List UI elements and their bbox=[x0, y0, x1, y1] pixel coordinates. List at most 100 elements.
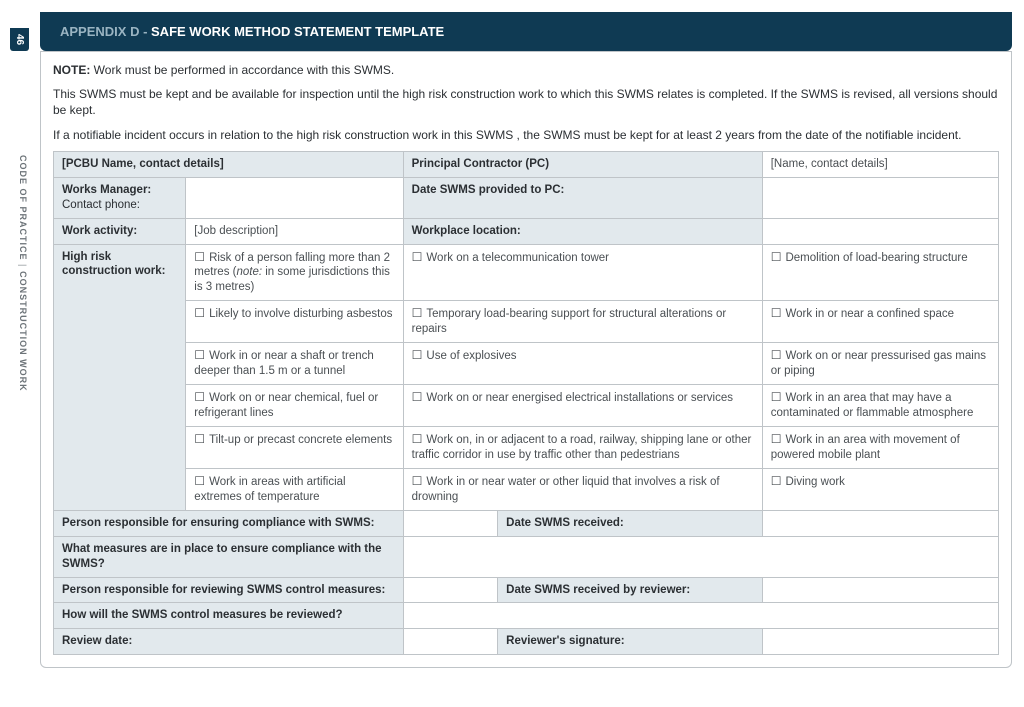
note-line-2: This SWMS must be kept and be available … bbox=[53, 86, 999, 118]
hr-2-c2-text: Use of explosives bbox=[426, 350, 516, 362]
row-person-compliance: Person responsible for ensuring complian… bbox=[54, 510, 999, 536]
hr-4-c1: Tilt-up or precast concrete elements bbox=[186, 426, 403, 468]
hr-0-c1-ital: note: bbox=[236, 266, 262, 278]
reviewer-signature-label: Reviewer's signature: bbox=[498, 629, 763, 655]
swms-form-table: [PCBU Name, contact details] Principal C… bbox=[53, 151, 999, 656]
checkbox-icon bbox=[412, 476, 427, 488]
checkbox-icon bbox=[194, 434, 209, 446]
hr-row-3: Work on or near chemical, fuel or refrig… bbox=[54, 385, 999, 427]
hr-1-c2: Temporary load-bearing support for struc… bbox=[403, 301, 762, 343]
person-compliance-value bbox=[403, 510, 498, 536]
hr-row-2: Work in or near a shaft or trench deeper… bbox=[54, 343, 999, 385]
hr-5-c2-text: Work in or near water or other liquid th… bbox=[412, 476, 720, 503]
note-line-3: If a notifiable incident occurs in relat… bbox=[53, 127, 999, 143]
review-date-value bbox=[403, 629, 498, 655]
checkbox-icon bbox=[194, 392, 209, 404]
note-line-1: NOTE: Work must be performed in accordan… bbox=[53, 62, 999, 78]
wm-label-text: Works Manager: bbox=[62, 184, 151, 196]
hr-1-c1: Likely to involve disturbing asbestos bbox=[186, 301, 403, 343]
note-bold: NOTE: bbox=[53, 63, 90, 77]
header-prefix: APPENDIX D - bbox=[60, 24, 151, 39]
hr-3-c3: Work in an area that may have a contamin… bbox=[762, 385, 998, 427]
header-title: SAFE WORK METHOD STATEMENT TEMPLATE bbox=[151, 24, 444, 39]
pc-value-cell: [Name, contact details] bbox=[762, 151, 998, 177]
vertical-page-label: CODE OF PRACTICE | CONSTRUCTION WORK bbox=[18, 155, 28, 392]
header-bar: APPENDIX D - SAFE WORK METHOD STATEMENT … bbox=[40, 12, 1012, 51]
reviewer-label: Person responsible for reviewing SWMS co… bbox=[54, 577, 404, 603]
checkbox-icon bbox=[194, 308, 209, 320]
note-block: NOTE: Work must be performed in accordan… bbox=[53, 62, 999, 143]
hr-1-c3-text: Work in or near a confined space bbox=[785, 308, 954, 320]
hr-5-c3-text: Diving work bbox=[785, 476, 844, 488]
hr-3-c1: Work on or near chemical, fuel or refrig… bbox=[186, 385, 403, 427]
works-manager-label: Works Manager: Contact phone: bbox=[54, 177, 186, 218]
hr-4-c1-text: Tilt-up or precast concrete elements bbox=[209, 434, 392, 446]
reviewer-signature-value bbox=[762, 629, 998, 655]
row-work-activity: Work activity: [Job description] Workpla… bbox=[54, 218, 999, 244]
hr-5-c1-text: Work in areas with artificial extremes o… bbox=[194, 476, 345, 503]
checkbox-icon bbox=[771, 308, 786, 320]
hr-0-c3: Demolition of load-bearing structure bbox=[762, 244, 998, 301]
checkbox-icon bbox=[194, 252, 209, 264]
how-review-label: How will the SWMS control measures be re… bbox=[54, 603, 404, 629]
hr-5-c2: Work in or near water or other liquid th… bbox=[403, 468, 762, 510]
row-how-review: How will the SWMS control measures be re… bbox=[54, 603, 999, 629]
hr-0-c1: Risk of a person falling more than 2 met… bbox=[186, 244, 403, 301]
checkbox-icon bbox=[412, 434, 427, 446]
hr-2-c2: Use of explosives bbox=[403, 343, 762, 385]
date-reviewer-label: Date SWMS received by reviewer: bbox=[498, 577, 763, 603]
hr-2-c3: Work on or near pressurised gas mains or… bbox=[762, 343, 998, 385]
checkbox-icon bbox=[194, 350, 209, 362]
works-manager-value bbox=[186, 177, 403, 218]
checkbox-icon bbox=[771, 350, 786, 362]
hr-3-c3-text: Work in an area that may have a contamin… bbox=[771, 392, 974, 419]
reviewer-value bbox=[403, 577, 498, 603]
page-number-tab: 46 bbox=[10, 28, 29, 51]
hr-4-c2-text: Work on, in or adjacent to a road, railw… bbox=[412, 434, 752, 461]
checkbox-icon bbox=[412, 308, 427, 320]
measures-label: What measures are in place to ensure com… bbox=[54, 536, 404, 577]
hr-4-c3-text: Work in an area with movement of powered… bbox=[771, 434, 960, 461]
checkbox-icon bbox=[771, 252, 786, 264]
row-review-date: Review date: Reviewer's signature: bbox=[54, 629, 999, 655]
checkbox-icon bbox=[194, 476, 209, 488]
measures-value bbox=[403, 536, 998, 577]
work-activity-label: Work activity: bbox=[54, 218, 186, 244]
vertical-label-part2: CONSTRUCTION WORK bbox=[18, 271, 28, 392]
checkbox-icon bbox=[412, 350, 427, 362]
how-review-value bbox=[403, 603, 998, 629]
checkbox-icon bbox=[771, 434, 786, 446]
vertical-label-part1: CODE OF PRACTICE bbox=[18, 155, 28, 261]
hr-2-c1: Work in or near a shaft or trench deeper… bbox=[186, 343, 403, 385]
date-swms-pc-value bbox=[762, 177, 998, 218]
pcbu-cell: [PCBU Name, contact details] bbox=[54, 151, 404, 177]
hr-1-c1-text: Likely to involve disturbing asbestos bbox=[209, 308, 392, 320]
page: 46 CODE OF PRACTICE | CONSTRUCTION WORK … bbox=[0, 0, 1024, 707]
hr-0-c2: Work on a telecommunication tower bbox=[403, 244, 762, 301]
checkbox-icon bbox=[412, 392, 427, 404]
hr-4-c3: Work in an area with movement of powered… bbox=[762, 426, 998, 468]
hr-3-c1-text: Work on or near chemical, fuel or refrig… bbox=[194, 392, 378, 419]
hr-2-c3-text: Work on or near pressurised gas mains or… bbox=[771, 350, 986, 377]
checkbox-icon bbox=[412, 252, 427, 264]
row-reviewer: Person responsible for reviewing SWMS co… bbox=[54, 577, 999, 603]
work-activity-value: [Job description] bbox=[186, 218, 403, 244]
hr-3-c2-text: Work on or near energised electrical ins… bbox=[426, 392, 733, 404]
vertical-label-sep: | bbox=[18, 264, 28, 268]
date-swms-received-value bbox=[762, 510, 998, 536]
hr-4-c2: Work on, in or adjacent to a road, railw… bbox=[403, 426, 762, 468]
date-reviewer-value bbox=[762, 577, 998, 603]
checkbox-icon bbox=[771, 392, 786, 404]
hr-row-1: Likely to involve disturbing asbestos Te… bbox=[54, 301, 999, 343]
hr-row-5: Work in areas with artificial extremes o… bbox=[54, 468, 999, 510]
high-risk-label: High risk construction work: bbox=[54, 244, 186, 510]
row-works-manager: Works Manager: Contact phone: Date SWMS … bbox=[54, 177, 999, 218]
hr-5-c1: Work in areas with artificial extremes o… bbox=[186, 468, 403, 510]
review-date-label: Review date: bbox=[54, 629, 404, 655]
note-rest: Work must be performed in accordance wit… bbox=[90, 63, 394, 77]
hr-1-c2-text: Temporary load-bearing support for struc… bbox=[412, 308, 727, 335]
row-pcbu: [PCBU Name, contact details] Principal C… bbox=[54, 151, 999, 177]
date-swms-received-label: Date SWMS received: bbox=[498, 510, 763, 536]
hr-1-c3: Work in or near a confined space bbox=[762, 301, 998, 343]
person-compliance-label: Person responsible for ensuring complian… bbox=[54, 510, 404, 536]
